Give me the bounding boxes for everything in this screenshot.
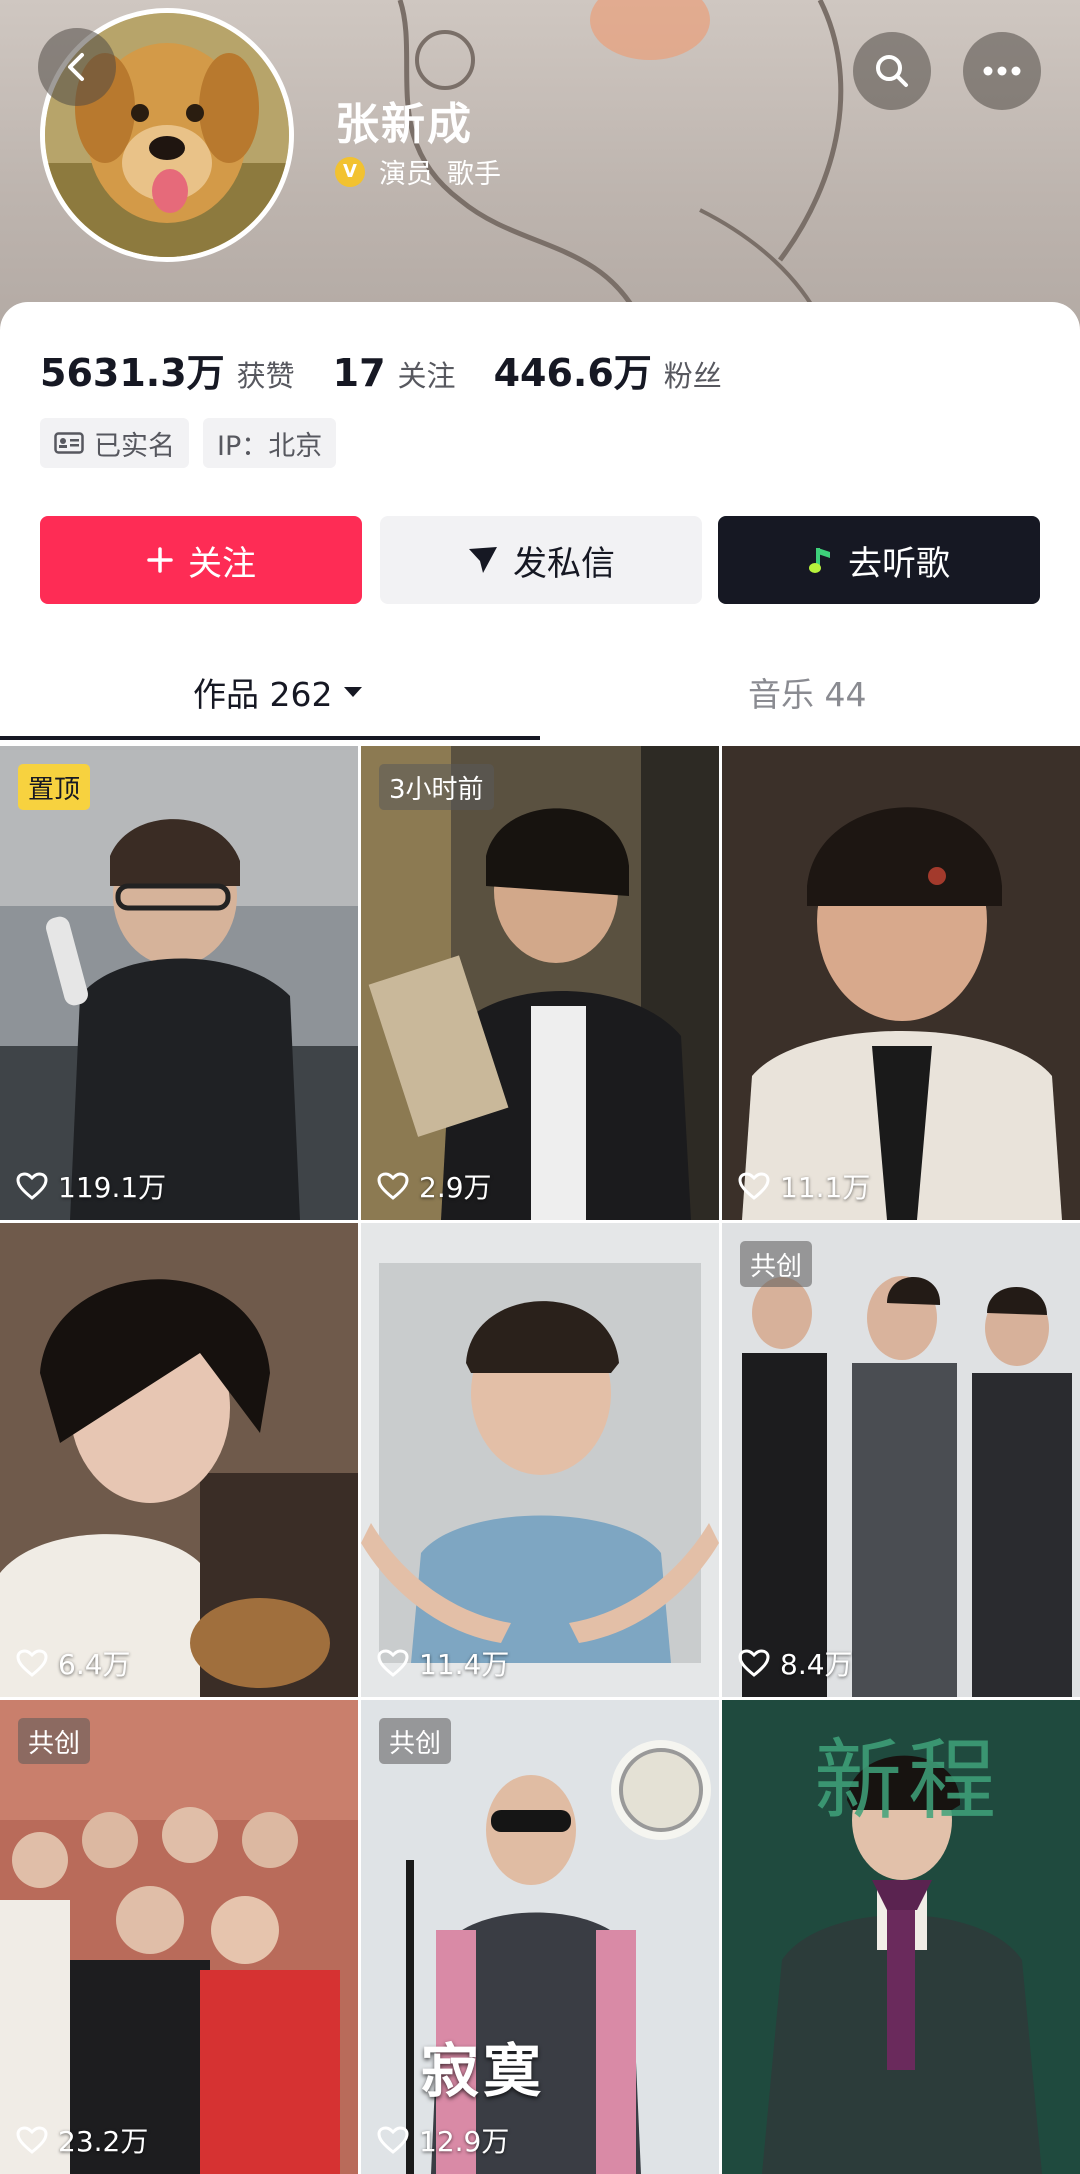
- video-tile[interactable]: 共创 寂寞 12.9万: [361, 1700, 719, 2174]
- video-thumbnail: [0, 1223, 358, 1697]
- caret-down-icon: [344, 687, 363, 697]
- video-thumbnail: [0, 746, 358, 1220]
- tab-works-label: 作品 262: [193, 675, 333, 714]
- active-tab-indicator: [0, 736, 540, 740]
- like-count: 11.4万: [377, 1643, 509, 1683]
- profile-stats: 5631.3万 获赞 17 关注 446.6万 粉丝: [40, 342, 760, 397]
- listen-music-button[interactable]: 去听歌: [718, 516, 1040, 604]
- realname-chip: 已实名: [40, 418, 189, 468]
- like-count-value: 119.1万: [58, 1171, 167, 1204]
- video-thumbnail: [0, 1700, 358, 2174]
- tab-music[interactable]: 音乐 44: [748, 668, 866, 716]
- like-count-value: 23.2万: [58, 2125, 149, 2158]
- tag-actor: 演员: [379, 159, 433, 190]
- heart-icon: [16, 1172, 48, 1200]
- like-count-value: 11.1万: [780, 1171, 871, 1204]
- following-count[interactable]: 17: [333, 351, 386, 395]
- video-tile[interactable]: 共创 8.4万: [722, 1223, 1080, 1697]
- like-count: 8.4万: [738, 1643, 853, 1683]
- follow-button[interactable]: 关注: [40, 516, 362, 604]
- followers-count[interactable]: 446.6万: [494, 342, 652, 397]
- like-count: 6.4万: [16, 1643, 131, 1683]
- co-create-badge: 共创: [18, 1718, 91, 1764]
- video-tile[interactable]: 3小时前 2.9万: [361, 746, 719, 1220]
- message-button[interactable]: 发私信: [380, 516, 702, 604]
- like-count: 23.2万: [16, 2120, 148, 2160]
- following-label[interactable]: 关注: [398, 353, 456, 395]
- video-title-art: 新程: [814, 1729, 1003, 1832]
- followers-label[interactable]: 粉丝: [664, 353, 722, 395]
- video-thumbnail: [722, 1223, 1080, 1697]
- ip-label: IP：北京: [217, 430, 323, 462]
- tag-singer: 歌手: [447, 159, 501, 190]
- like-count: 119.1万: [16, 1166, 166, 1206]
- video-title-art: 寂寞: [421, 2037, 546, 2105]
- likes-count: 5631.3万: [40, 351, 225, 395]
- like-count-value: 8.4万: [780, 1648, 853, 1681]
- video-tile[interactable]: 新程: [722, 1700, 1080, 2174]
- like-count-value: 12.9万: [419, 2125, 510, 2158]
- like-count-value: 2.9万: [419, 1171, 492, 1204]
- listen-music-label: 去听歌: [848, 543, 950, 584]
- time-badge: 3小时前: [379, 764, 494, 810]
- heart-icon: [738, 1172, 770, 1200]
- heart-icon: [377, 1172, 409, 1200]
- like-count: 12.9万: [377, 2120, 509, 2160]
- chevron-left-icon: [68, 53, 84, 81]
- follow-label: 关注: [188, 543, 256, 584]
- like-count-value: 6.4万: [58, 1648, 131, 1681]
- profile-tags: V 演员 歌手: [335, 152, 501, 191]
- plus-icon: [147, 547, 173, 573]
- more-button[interactable]: [963, 32, 1041, 110]
- like-count: 11.1万: [738, 1166, 870, 1206]
- heart-icon: [16, 1649, 48, 1677]
- co-create-badge: 共创: [740, 1241, 813, 1287]
- music-note-icon: [809, 548, 830, 573]
- ip-chip: IP：北京: [203, 418, 337, 468]
- video-tile[interactable]: 置顶 119.1万: [0, 746, 358, 1220]
- send-icon: [469, 547, 497, 573]
- back-button[interactable]: [38, 28, 116, 106]
- message-label: 发私信: [513, 543, 615, 584]
- realname-label: 已实名: [94, 430, 175, 462]
- like-count: 2.9万: [377, 1166, 492, 1206]
- video-tile[interactable]: 6.4万: [0, 1223, 358, 1697]
- tab-music-label: 音乐 44: [748, 675, 867, 714]
- video-grid: 置顶 119.1万 3小时前 2.9万 11.1万 6.4万 11.4万 共创 …: [0, 746, 1080, 2174]
- verified-icon: V: [335, 156, 365, 187]
- co-create-badge: 共创: [379, 1718, 452, 1764]
- video-thumbnail: [361, 746, 719, 1220]
- search-button[interactable]: [853, 32, 931, 110]
- video-thumbnail: [722, 746, 1080, 1220]
- tab-works[interactable]: 作品 262: [193, 668, 364, 716]
- id-card-icon: [54, 432, 84, 454]
- profile-name: 张新成: [335, 99, 473, 150]
- pinned-badge: 置顶: [18, 764, 91, 810]
- heart-icon: [377, 2126, 409, 2154]
- video-tile[interactable]: 11.4万: [361, 1223, 719, 1697]
- more-dots-icon: [983, 66, 1021, 76]
- like-count-value: 11.4万: [419, 1648, 510, 1681]
- profile-chips: 已实名 IP：北京: [40, 418, 337, 468]
- search-icon: [876, 55, 908, 87]
- heart-icon: [16, 2126, 48, 2154]
- video-tile[interactable]: 11.1万: [722, 746, 1080, 1220]
- profile-banner: 张新成 V 演员 歌手: [0, 0, 1080, 330]
- likes-label: 获赞: [236, 359, 295, 393]
- video-thumbnail: [361, 1223, 719, 1697]
- heart-icon: [377, 1649, 409, 1677]
- video-tile[interactable]: 共创 23.2万: [0, 1700, 358, 2174]
- heart-icon: [738, 1649, 770, 1677]
